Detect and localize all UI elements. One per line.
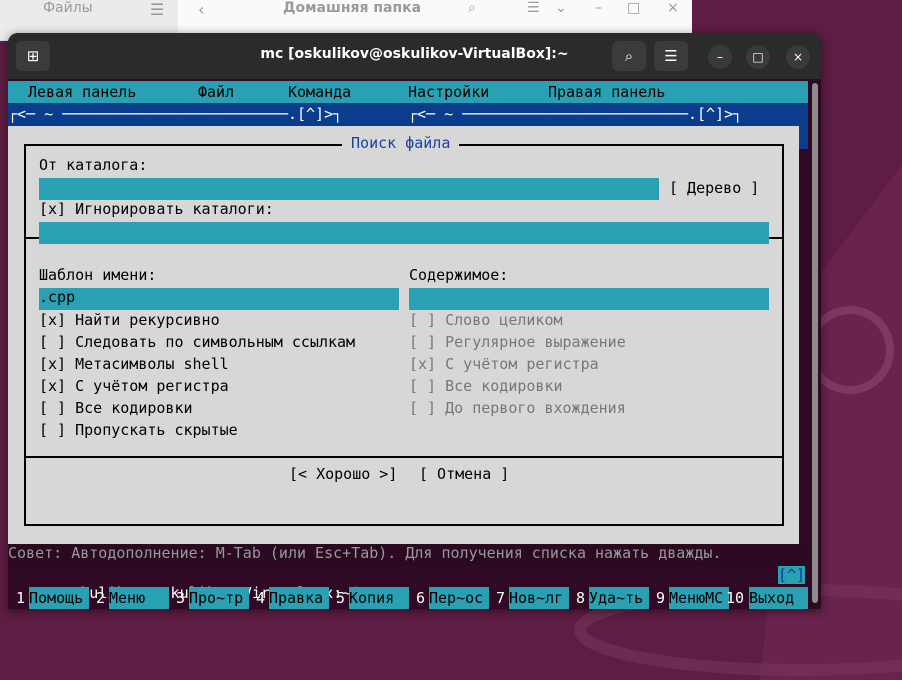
- fkey-label[interactable]: Нов~лг: [509, 587, 569, 609]
- search-icon[interactable]: ⌕: [468, 0, 476, 16]
- fkey-label[interactable]: МенюМС: [669, 587, 729, 609]
- prompt-marker[interactable]: [^]: [778, 566, 806, 584]
- terminal-scrollbar[interactable]: [808, 79, 821, 609]
- content-label: Содержимое:: [409, 266, 509, 284]
- hint-line: Совет: Автодополнение: M-Tab (или Esc+Ta…: [8, 544, 808, 566]
- menu-icon[interactable]: ☰: [654, 41, 688, 71]
- ignore-dirs-checkbox[interactable]: [x] Игнорировать каталоги:: [39, 200, 274, 218]
- back-arrow-icon[interactable]: ‹: [198, 0, 204, 19]
- menu-left-panel[interactable]: Левая панель: [28, 83, 136, 101]
- option-recursive[interactable]: [x] Найти рекурсивно: [39, 311, 220, 329]
- cancel-button[interactable]: [ Отмена ]: [419, 465, 509, 483]
- menu-right-panel[interactable]: Правая панель: [548, 83, 665, 101]
- fkey-label[interactable]: Правка: [269, 587, 329, 609]
- fkey-number: 8: [576, 589, 586, 607]
- fkey-number: 3: [176, 589, 186, 607]
- fkey-number: 7: [496, 589, 506, 607]
- shell-prompt[interactable]: oskulikov@oskulikov-VirtualBox:~$ [^]: [8, 566, 808, 602]
- option-content-all-charsets[interactable]: [ ] Все кодировки: [409, 377, 563, 395]
- option-case-sensitive[interactable]: [x] С учётом регистра: [39, 377, 229, 395]
- menu-command[interactable]: Команда: [288, 83, 351, 101]
- option-follow-symlinks[interactable]: [ ] Следовать по символьным ссылкам: [39, 333, 355, 351]
- fkey-label[interactable]: Помощь: [29, 587, 89, 609]
- location-label[interactable]: Домашняя папка: [283, 0, 421, 16]
- view-list-icon[interactable]: ☰: [527, 0, 540, 16]
- mc-menubar: Левая панель Файл Команда Настройки Прав…: [8, 81, 808, 103]
- dialog-title: Поиск файла: [342, 134, 460, 152]
- left-panel-header[interactable]: ┌<─ ~ ─────────────────────────.[^]>┐: [8, 105, 342, 123]
- from-dir-input[interactable]: [39, 178, 659, 200]
- close-icon[interactable]: ×: [786, 45, 810, 69]
- fkey-label[interactable]: Меню: [109, 587, 169, 609]
- fkey-number: 5: [336, 589, 346, 607]
- fkey-label[interactable]: Про~тр: [189, 587, 249, 609]
- fkey-label[interactable]: Выход: [749, 587, 808, 609]
- option-content-case-sensitive[interactable]: [x] С учётом регистра: [409, 355, 599, 373]
- name-pattern-input[interactable]: .cpp: [39, 288, 399, 310]
- name-pattern-label: Шаблон имени:: [39, 266, 157, 284]
- file-manager-title: Файлы: [43, 0, 93, 16]
- tree-button[interactable]: [ Дерево ]: [669, 179, 759, 197]
- ok-button[interactable]: [< Хорошо >]: [289, 465, 397, 483]
- find-file-dialog: Поиск файла От каталога: [ Дерево ] [x] …: [8, 126, 799, 544]
- from-dir-label: От каталога:: [39, 156, 148, 174]
- maximize-icon[interactable]: □: [627, 0, 640, 16]
- minimize-icon[interactable]: –: [708, 45, 732, 69]
- fkey-label[interactable]: Пер~ос: [429, 587, 489, 609]
- dialog-separator: [24, 456, 784, 458]
- fkey-label[interactable]: Копия: [349, 587, 409, 609]
- fkey-number: 9: [656, 589, 666, 607]
- menu-settings[interactable]: Настройки: [408, 83, 489, 101]
- chevron-down-icon[interactable]: ⌄: [555, 0, 567, 16]
- fkey-number: 10: [726, 589, 745, 607]
- terminal-title: mc [oskulikov@oskulikov-VirtualBox]:~: [260, 46, 569, 62]
- content-input[interactable]: [409, 288, 769, 310]
- maximize-icon[interactable]: □: [746, 45, 770, 69]
- menu-file[interactable]: Файл: [198, 83, 234, 101]
- search-icon[interactable]: ⌕: [612, 41, 646, 71]
- fkey-number: 6: [416, 589, 426, 607]
- hamburger-icon[interactable]: ☰: [150, 0, 164, 19]
- terminal-titlebar: ⊞ mc [oskulikov@oskulikov-VirtualBox]:~ …: [8, 33, 821, 79]
- fkey-number: 1: [16, 589, 26, 607]
- option-shell-patterns[interactable]: [x] Метасимволы shell: [39, 355, 229, 373]
- scrollbar-thumb[interactable]: [812, 83, 818, 603]
- right-panel-header[interactable]: ┌<─ ~ ─────────────────────────.[^]>┐: [408, 105, 742, 123]
- terminal-window: ⊞ mc [oskulikov@oskulikov-VirtualBox]:~ …: [8, 33, 821, 609]
- option-skip-hidden[interactable]: [ ] Пропускать скрытые: [39, 421, 238, 439]
- minimize-icon[interactable]: –: [595, 0, 602, 16]
- option-whole-words[interactable]: [ ] Слово целиком: [409, 311, 563, 329]
- fkey-number: 2: [96, 589, 106, 607]
- fkey-number: 4: [256, 589, 266, 607]
- option-first-hit[interactable]: [ ] До первого вхождения: [409, 399, 626, 417]
- option-all-charsets[interactable]: [ ] Все кодировки: [39, 399, 193, 417]
- terminal-screen[interactable]: Левая панель Файл Команда Настройки Прав…: [8, 79, 808, 609]
- ignore-dirs-input[interactable]: [39, 222, 769, 244]
- function-key-bar: 1 Помощь 2 Меню 3 Про~тр 4 Правка 5 Копия 6 Пер~ос 7…: [8, 587, 808, 609]
- close-icon[interactable]: ×: [667, 0, 679, 16]
- option-regexp[interactable]: [ ] Регулярное выражение: [409, 333, 626, 351]
- fkey-label[interactable]: Уда~ть: [589, 587, 649, 609]
